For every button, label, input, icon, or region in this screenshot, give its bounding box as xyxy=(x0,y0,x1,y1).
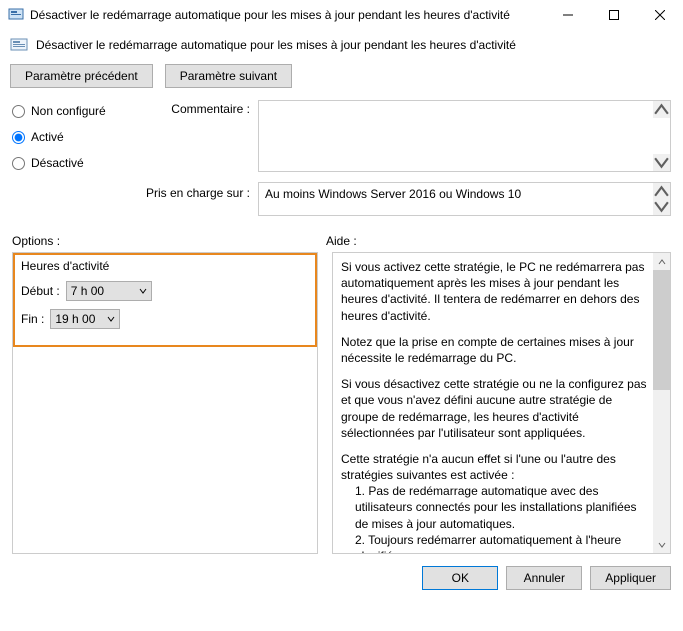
scrollbar-thumb[interactable] xyxy=(653,270,670,390)
maximize-button[interactable] xyxy=(591,0,637,30)
start-value: 7 h 00 xyxy=(71,284,131,298)
scroll-down-icon[interactable] xyxy=(653,198,670,215)
minimize-button[interactable] xyxy=(545,0,591,30)
window-title: Désactiver le redémarrage automatique po… xyxy=(30,8,545,22)
help-p1: Si vous activez cette stratégie, le PC n… xyxy=(341,259,648,324)
nav-row: Paramètre précédent Paramètre suivant xyxy=(0,56,683,96)
radio-enabled-label: Activé xyxy=(31,130,64,144)
help-label: Aide : xyxy=(326,234,671,248)
help-p6: 2. Toujours redémarrer automatiquement à… xyxy=(341,532,648,553)
scrollbar-track[interactable] xyxy=(653,270,670,536)
comment-textarea[interactable] xyxy=(258,100,671,172)
radio-disabled-label: Désactivé xyxy=(31,156,84,170)
policy-icon xyxy=(10,36,28,54)
header-title: Désactiver le redémarrage automatique po… xyxy=(36,38,516,52)
radio-disabled-input[interactable] xyxy=(12,157,25,170)
options-label: Options : xyxy=(12,234,318,248)
prev-setting-button[interactable]: Paramètre précédent xyxy=(10,64,153,88)
help-text: Si vous activez cette stratégie, le PC n… xyxy=(333,253,670,553)
comment-label: Commentaire : xyxy=(140,100,250,116)
end-select[interactable]: 19 h 00 xyxy=(50,309,120,329)
scroll-up-icon[interactable] xyxy=(653,253,670,270)
apply-button[interactable]: Appliquer xyxy=(590,566,671,590)
radio-not-configured-label: Non configuré xyxy=(31,104,106,118)
help-p2: Notez que la prise en compte de certaine… xyxy=(341,334,648,366)
start-label: Début : xyxy=(21,284,60,298)
supported-label: Pris en charge sur : xyxy=(140,182,250,200)
header: Désactiver le redémarrage automatique po… xyxy=(0,30,683,56)
cancel-button[interactable]: Annuler xyxy=(506,566,582,590)
ok-button[interactable]: OK xyxy=(422,566,498,590)
supported-text: Au moins Windows Server 2016 ou Windows … xyxy=(265,187,521,201)
close-button[interactable] xyxy=(637,0,683,30)
help-p5: 1. Pas de redémarrage automatique avec d… xyxy=(341,483,648,532)
end-value: 19 h 00 xyxy=(55,312,99,326)
help-scrollbar[interactable] xyxy=(653,253,670,553)
help-panel: Si vous activez cette stratégie, le PC n… xyxy=(332,252,671,554)
help-p4: Cette stratégie n'a aucun effet si l'une… xyxy=(341,451,648,483)
options-panel: Heures d'activité Début : 7 h 00 Fin : 1… xyxy=(12,252,318,554)
supported-box: Au moins Windows Server 2016 ou Windows … xyxy=(258,182,671,216)
next-setting-button[interactable]: Paramètre suivant xyxy=(165,64,292,88)
end-label: Fin : xyxy=(21,312,44,326)
chevron-down-icon xyxy=(107,315,115,323)
radio-not-configured-input[interactable] xyxy=(12,105,25,118)
options-section-title: Heures d'activité xyxy=(21,259,309,273)
radio-disabled[interactable]: Désactivé xyxy=(12,156,132,170)
radio-not-configured[interactable]: Non configuré xyxy=(12,104,132,118)
titlebar: Désactiver le redémarrage automatique po… xyxy=(0,0,683,30)
app-icon xyxy=(8,7,24,23)
state-radios: Non configuré Activé Désactivé xyxy=(12,100,132,170)
help-p3: Si vous désactivez cette stratégie ou ne… xyxy=(341,376,648,441)
footer: OK Annuler Appliquer xyxy=(0,554,683,602)
scroll-up-icon[interactable] xyxy=(653,101,670,118)
scroll-down-icon[interactable] xyxy=(653,154,670,171)
radio-enabled-input[interactable] xyxy=(12,131,25,144)
start-select[interactable]: 7 h 00 xyxy=(66,281,152,301)
chevron-down-icon xyxy=(139,287,147,295)
scroll-down-icon[interactable] xyxy=(653,536,670,553)
radio-enabled[interactable]: Activé xyxy=(12,130,132,144)
